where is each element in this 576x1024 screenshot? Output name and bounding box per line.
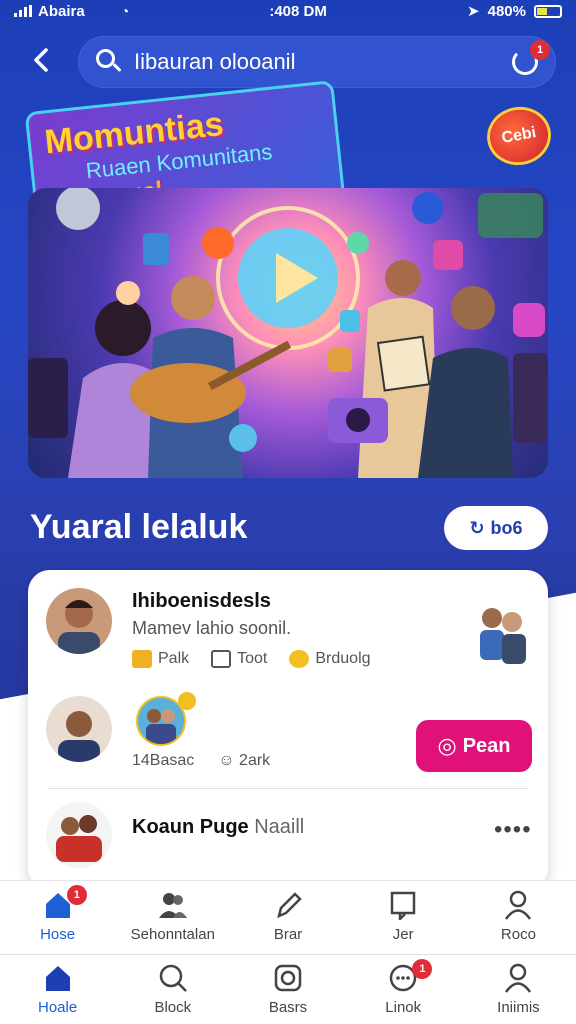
meta-user: ☺ 2ark [218, 752, 270, 770]
section-title: Yuaral lelaluk [30, 508, 248, 546]
notification-badge: 1 [66, 885, 87, 905]
battery-icon [533, 4, 562, 18]
nav-home[interactable]: Hoale [0, 955, 115, 1024]
action-label: Brduolg [315, 650, 371, 667]
meta-user-label: 2ark [239, 752, 271, 769]
header: Iibauran olooanil 1 [0, 34, 576, 90]
search-input[interactable]: Iibauran olooanil 1 [78, 36, 556, 88]
hero-illustration [28, 188, 548, 478]
post-meta: 14Basac ☺ 2ark [132, 752, 270, 770]
filter-pill-label: bo6 [490, 517, 523, 538]
nav-label: Basrs [268, 999, 308, 1016]
tab-profile[interactable]: Roco [461, 881, 576, 952]
signal-icon [14, 5, 32, 17]
spiral-icon: ◎ [437, 733, 457, 758]
bottom-nav: Hoale Block Basrs 1 Linok Iniimis [0, 954, 576, 1024]
tab-label: Brar [273, 926, 303, 943]
meta-count: 14Basac [132, 752, 195, 769]
join-button[interactable]: ◎ Pean [416, 720, 532, 772]
sticker-icon [289, 650, 310, 668]
comment-button[interactable]: Toot [211, 650, 267, 668]
filter-pill-button[interactable]: ↻ bo6 [444, 506, 548, 550]
feed-card: Ihiboenisdesls Mamev lahio soonil. Palk … [28, 570, 548, 890]
nav-label: Iniimis [497, 999, 540, 1016]
people-icon [158, 893, 187, 918]
hero-image[interactable] [28, 188, 548, 478]
user-icon [505, 890, 532, 920]
chevron-left-icon [34, 48, 48, 72]
avatar[interactable] [46, 696, 112, 762]
divider [48, 788, 528, 789]
tab-label: Sehonntalan [130, 926, 215, 943]
camera-icon [274, 964, 302, 992]
nav-camera[interactable]: Basrs [230, 955, 345, 1024]
author-suffix: Naaill [254, 816, 305, 838]
more-options-icon[interactable]: •••• [494, 816, 532, 844]
author-name: Koaun Puge [132, 816, 249, 838]
tab-home[interactable]: 1 Hose [0, 881, 115, 952]
search-icon [96, 49, 122, 75]
tab-people[interactable]: Sehonntalan [115, 881, 230, 952]
megaphone-icon [132, 650, 152, 668]
nav-label: Block [154, 999, 192, 1016]
user-icon [505, 963, 532, 993]
join-button-label: Pean [462, 734, 511, 757]
tab-bar: 1 Hose Sehonntalan Brar Jer Roco [0, 880, 576, 952]
tab-label: Jer [392, 926, 414, 943]
nav-label: Hoale [38, 999, 78, 1016]
star-badge-icon [178, 692, 196, 710]
book-icon [390, 891, 416, 920]
location-icon: ➤ [467, 3, 480, 20]
home-icon [45, 966, 70, 991]
image-icon [211, 650, 232, 668]
wifi-icon: ◔ [120, 3, 130, 19]
group-thumbnail[interactable] [474, 596, 532, 668]
back-button[interactable] [24, 42, 60, 78]
search-value: Iibauran olooanil [134, 49, 296, 74]
post-author[interactable]: Ihiboenisdesls [132, 590, 271, 613]
status-bar: Abaira ◔ :408 DM ➤ 480% [0, 0, 576, 22]
carrier-label: Abaira [38, 2, 85, 20]
action-label: Toot [237, 650, 268, 667]
refresh-button[interactable]: 1 [512, 40, 550, 78]
nav-profile[interactable]: Iniimis [461, 955, 576, 1024]
clock: :408 DM [269, 2, 327, 20]
tab-create[interactable]: Brar [230, 881, 345, 952]
avatar[interactable] [46, 802, 112, 868]
notification-badge: 1 [530, 40, 550, 60]
link-icon: ↻ [469, 517, 485, 538]
nav-search[interactable]: Block [115, 955, 230, 1024]
post-author[interactable]: Koaun Puge Naaill [132, 816, 304, 839]
tab-label: Hose [40, 926, 76, 943]
post-actions: Palk Toot Brduolg [132, 650, 371, 668]
pen-icon [277, 892, 302, 919]
share-button[interactable]: Brduolg [289, 650, 371, 668]
nav-label: Linok [385, 999, 422, 1016]
nav-chat[interactable]: 1 Linok [346, 955, 461, 1024]
post-subtitle: Mamev lahio soonil. [132, 618, 292, 638]
search-icon [159, 964, 187, 992]
notification-badge: 1 [412, 959, 433, 979]
battery-percent: 480% [487, 2, 526, 20]
person-icon: ☺ [218, 752, 240, 769]
tab-label: Roco [500, 926, 536, 943]
like-button[interactable]: Palk [132, 650, 189, 668]
avatar[interactable] [46, 588, 112, 654]
tab-library[interactable]: Jer [346, 881, 461, 952]
action-label: Palk [158, 650, 190, 667]
